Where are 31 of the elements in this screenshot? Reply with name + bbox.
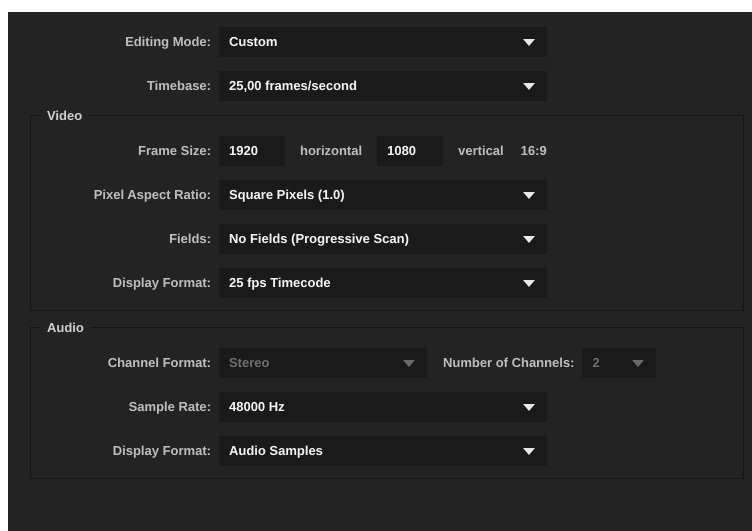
field-label: Display Format: [112, 442, 212, 460]
aspect-ratio-text: 16:9 [520, 142, 547, 160]
field-label: Fields: [168, 230, 212, 248]
unit-label: horizontal [299, 142, 364, 160]
caret-icon [523, 448, 535, 454]
caret-icon [523, 38, 535, 46]
dropdown[interactable]: Custom [219, 27, 547, 57]
dropdown[interactable]: No Fields (Progressive Scan) [219, 224, 547, 254]
unit-label: vertical [457, 142, 504, 160]
number-field[interactable]: 1080 [377, 136, 444, 166]
caret-icon [632, 360, 644, 366]
field-label: Number of Channels: [442, 354, 576, 372]
dropdown[interactable]: 48000 Hz [219, 392, 547, 422]
field-label: Pixel Aspect Ratio: [92, 186, 212, 204]
dropdown[interactable]: 25,00 frames/second [219, 71, 547, 101]
dropdown[interactable]: 25 fps Timecode [219, 268, 547, 298]
field-label: Sample Rate: [128, 398, 212, 416]
caret-icon [523, 280, 535, 286]
field-label: Frame Size: [137, 142, 212, 160]
field-label: Editing Mode: [124, 33, 212, 52]
caret-icon [523, 82, 535, 90]
dropdown[interactable]: Audio Samples [219, 436, 547, 466]
field-label: Channel Format: [106, 354, 212, 372]
caret-icon [523, 192, 535, 198]
caret-icon [403, 360, 415, 366]
field-label: Timebase: [146, 77, 212, 96]
field-label: Display Format: [112, 274, 212, 292]
caret-icon [523, 236, 535, 242]
caret-icon [523, 404, 535, 410]
number-field[interactable]: 1920 [219, 136, 285, 166]
dropdown[interactable]: Square Pixels (1.0) [219, 180, 547, 210]
